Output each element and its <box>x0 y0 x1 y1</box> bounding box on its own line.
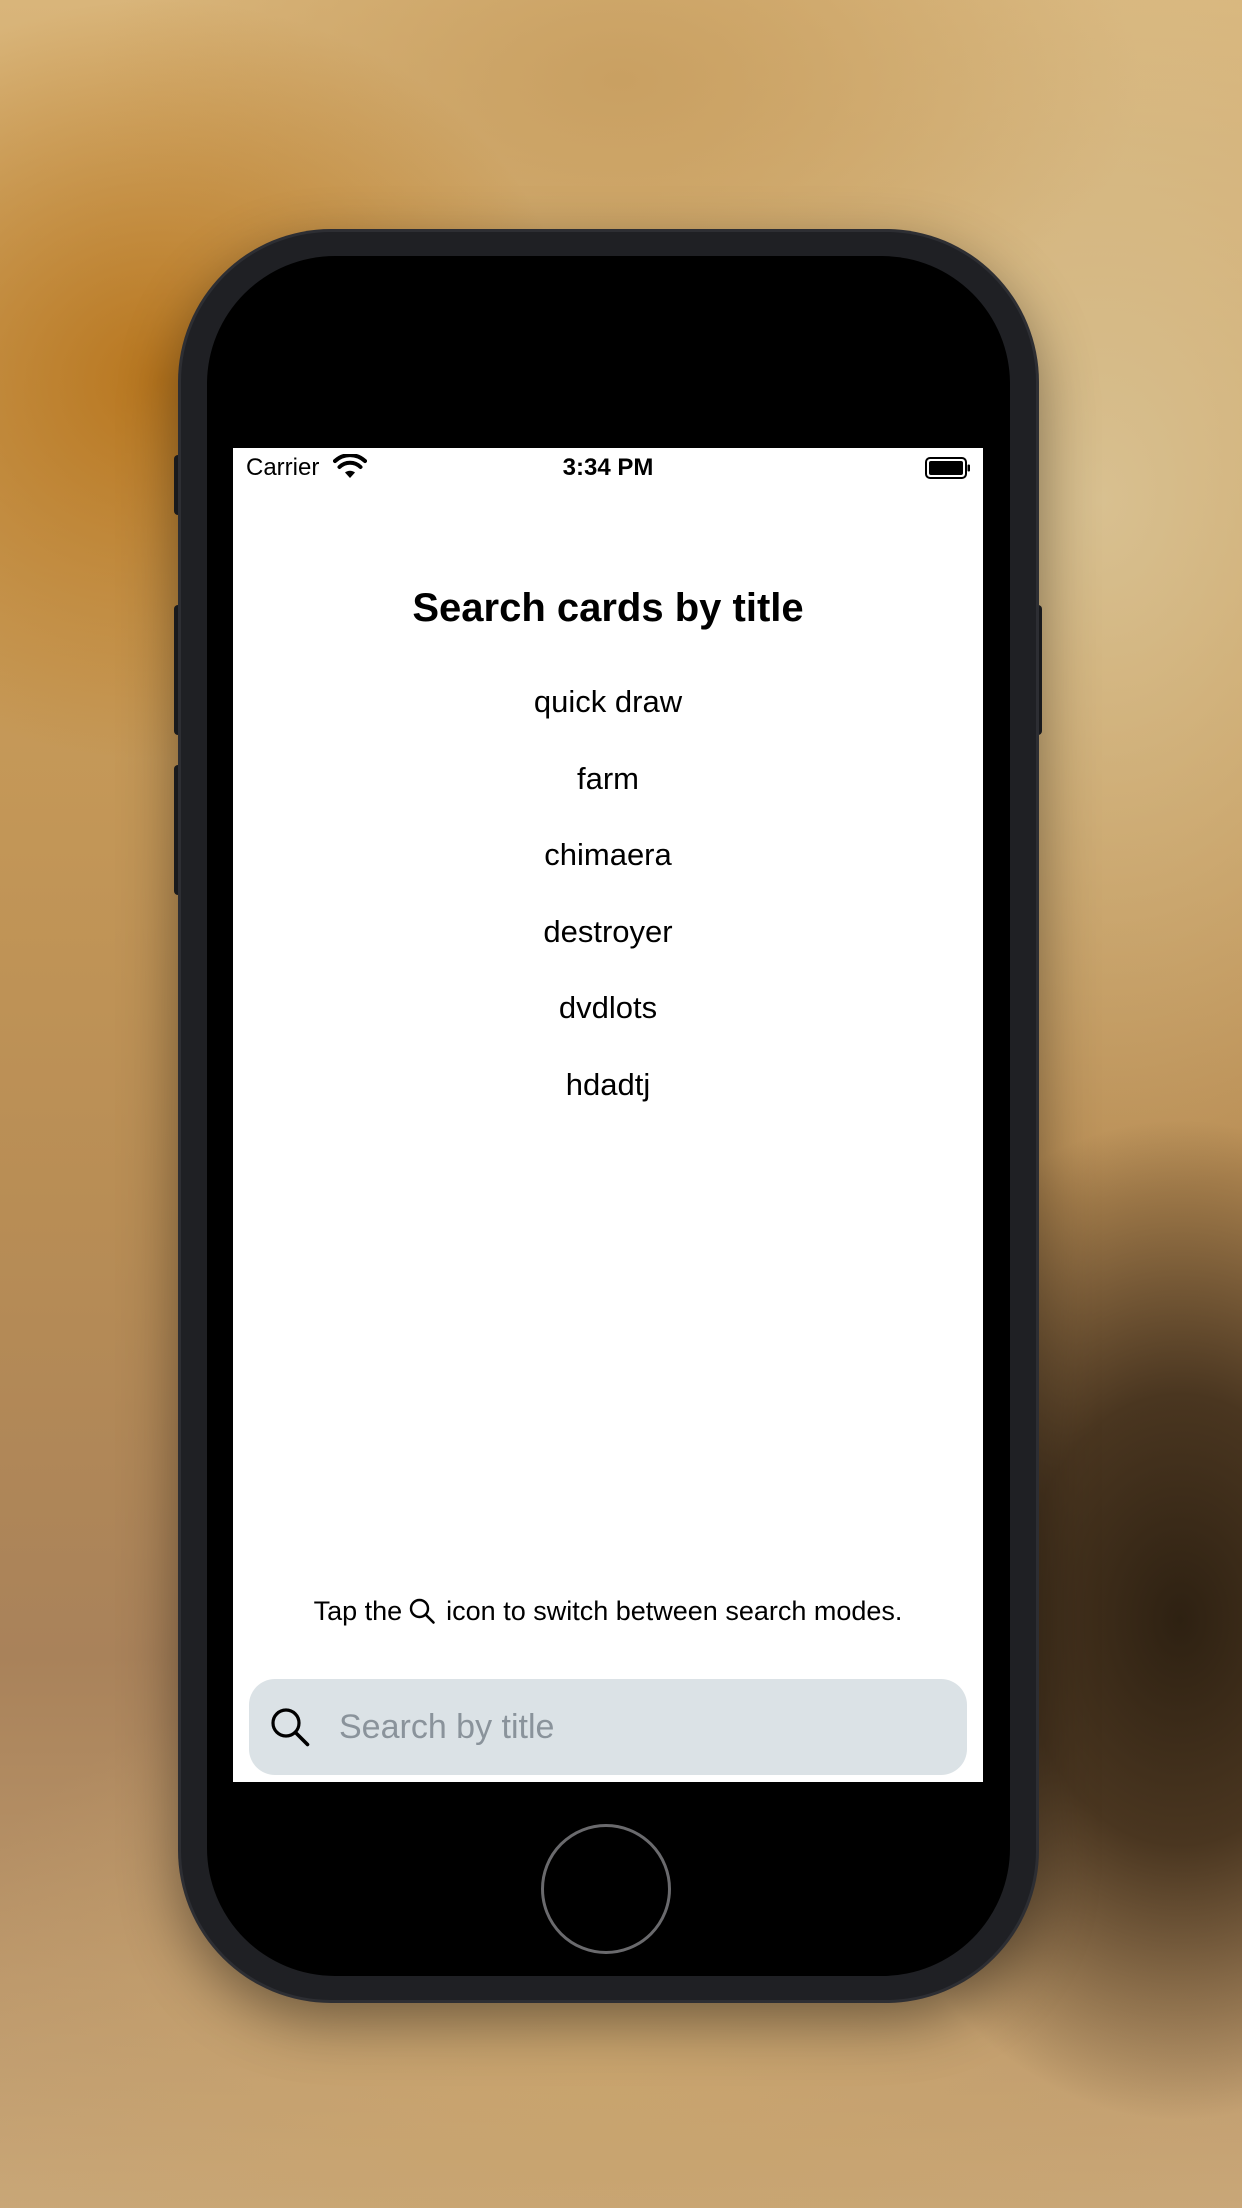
page-title: Search cards by title <box>412 586 804 630</box>
status-time: 3:34 PM <box>562 454 654 481</box>
home-button[interactable] <box>541 1824 671 1954</box>
results-list: quick draw farm chimaera destroyer dvdlo… <box>233 664 983 1123</box>
battery-full-icon <box>925 457 970 479</box>
search-icon[interactable] <box>269 1706 311 1748</box>
search-icon <box>409 1598 435 1624</box>
hint-text-after: icon to switch between search modes. <box>446 1596 903 1626</box>
result-item[interactable]: destroyer <box>233 894 983 971</box>
status-bar: Carrier 3:34 PM <box>233 448 983 488</box>
search-mode-hint: Tap the icon to switch between search mo… <box>233 1596 983 1627</box>
search-input[interactable] <box>339 1679 949 1775</box>
result-item[interactable]: chimaera <box>233 817 983 894</box>
result-item[interactable]: hdadtj <box>233 1047 983 1124</box>
result-item[interactable]: quick draw <box>233 664 983 741</box>
search-bar[interactable] <box>249 1679 967 1775</box>
hint-text-before: Tap the <box>313 1596 403 1626</box>
result-item[interactable]: dvdlots <box>233 970 983 1047</box>
result-item[interactable]: farm <box>233 741 983 818</box>
app-screen: Carrier 3:34 PM Search cards by title qu… <box>233 448 983 1782</box>
